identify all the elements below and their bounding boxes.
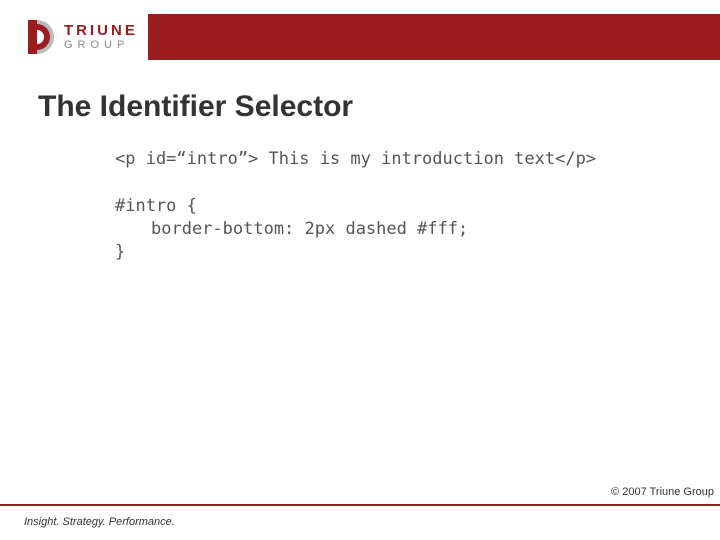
- logo-text: TRIUNE GROUP: [64, 23, 138, 51]
- css-example-code: #intro { border-bottom: 2px dashed #fff;…: [115, 195, 720, 264]
- css-open: #intro {: [115, 196, 197, 216]
- logo-line1: TRIUNE: [64, 23, 138, 38]
- copyright: © 2007 Triune Group: [611, 486, 714, 498]
- logo: TRIUNE GROUP: [0, 14, 148, 60]
- css-rule: border-bottom: 2px dashed #fff;: [115, 218, 720, 241]
- tagline: Insight. Strategy. Performance.: [24, 516, 175, 528]
- slide-content: <p id=“intro”> This is my introduction t…: [0, 124, 720, 264]
- slide-title: The Identifier Selector: [0, 60, 720, 124]
- css-close: }: [115, 242, 125, 262]
- html-example-code: <p id=“intro”> This is my introduction t…: [115, 148, 720, 171]
- slide-header: TRIUNE GROUP: [0, 0, 720, 60]
- logo-mark-icon: [28, 20, 58, 54]
- footer-divider: [0, 504, 720, 506]
- logo-line2: GROUP: [64, 40, 138, 51]
- header-bar: [148, 14, 720, 60]
